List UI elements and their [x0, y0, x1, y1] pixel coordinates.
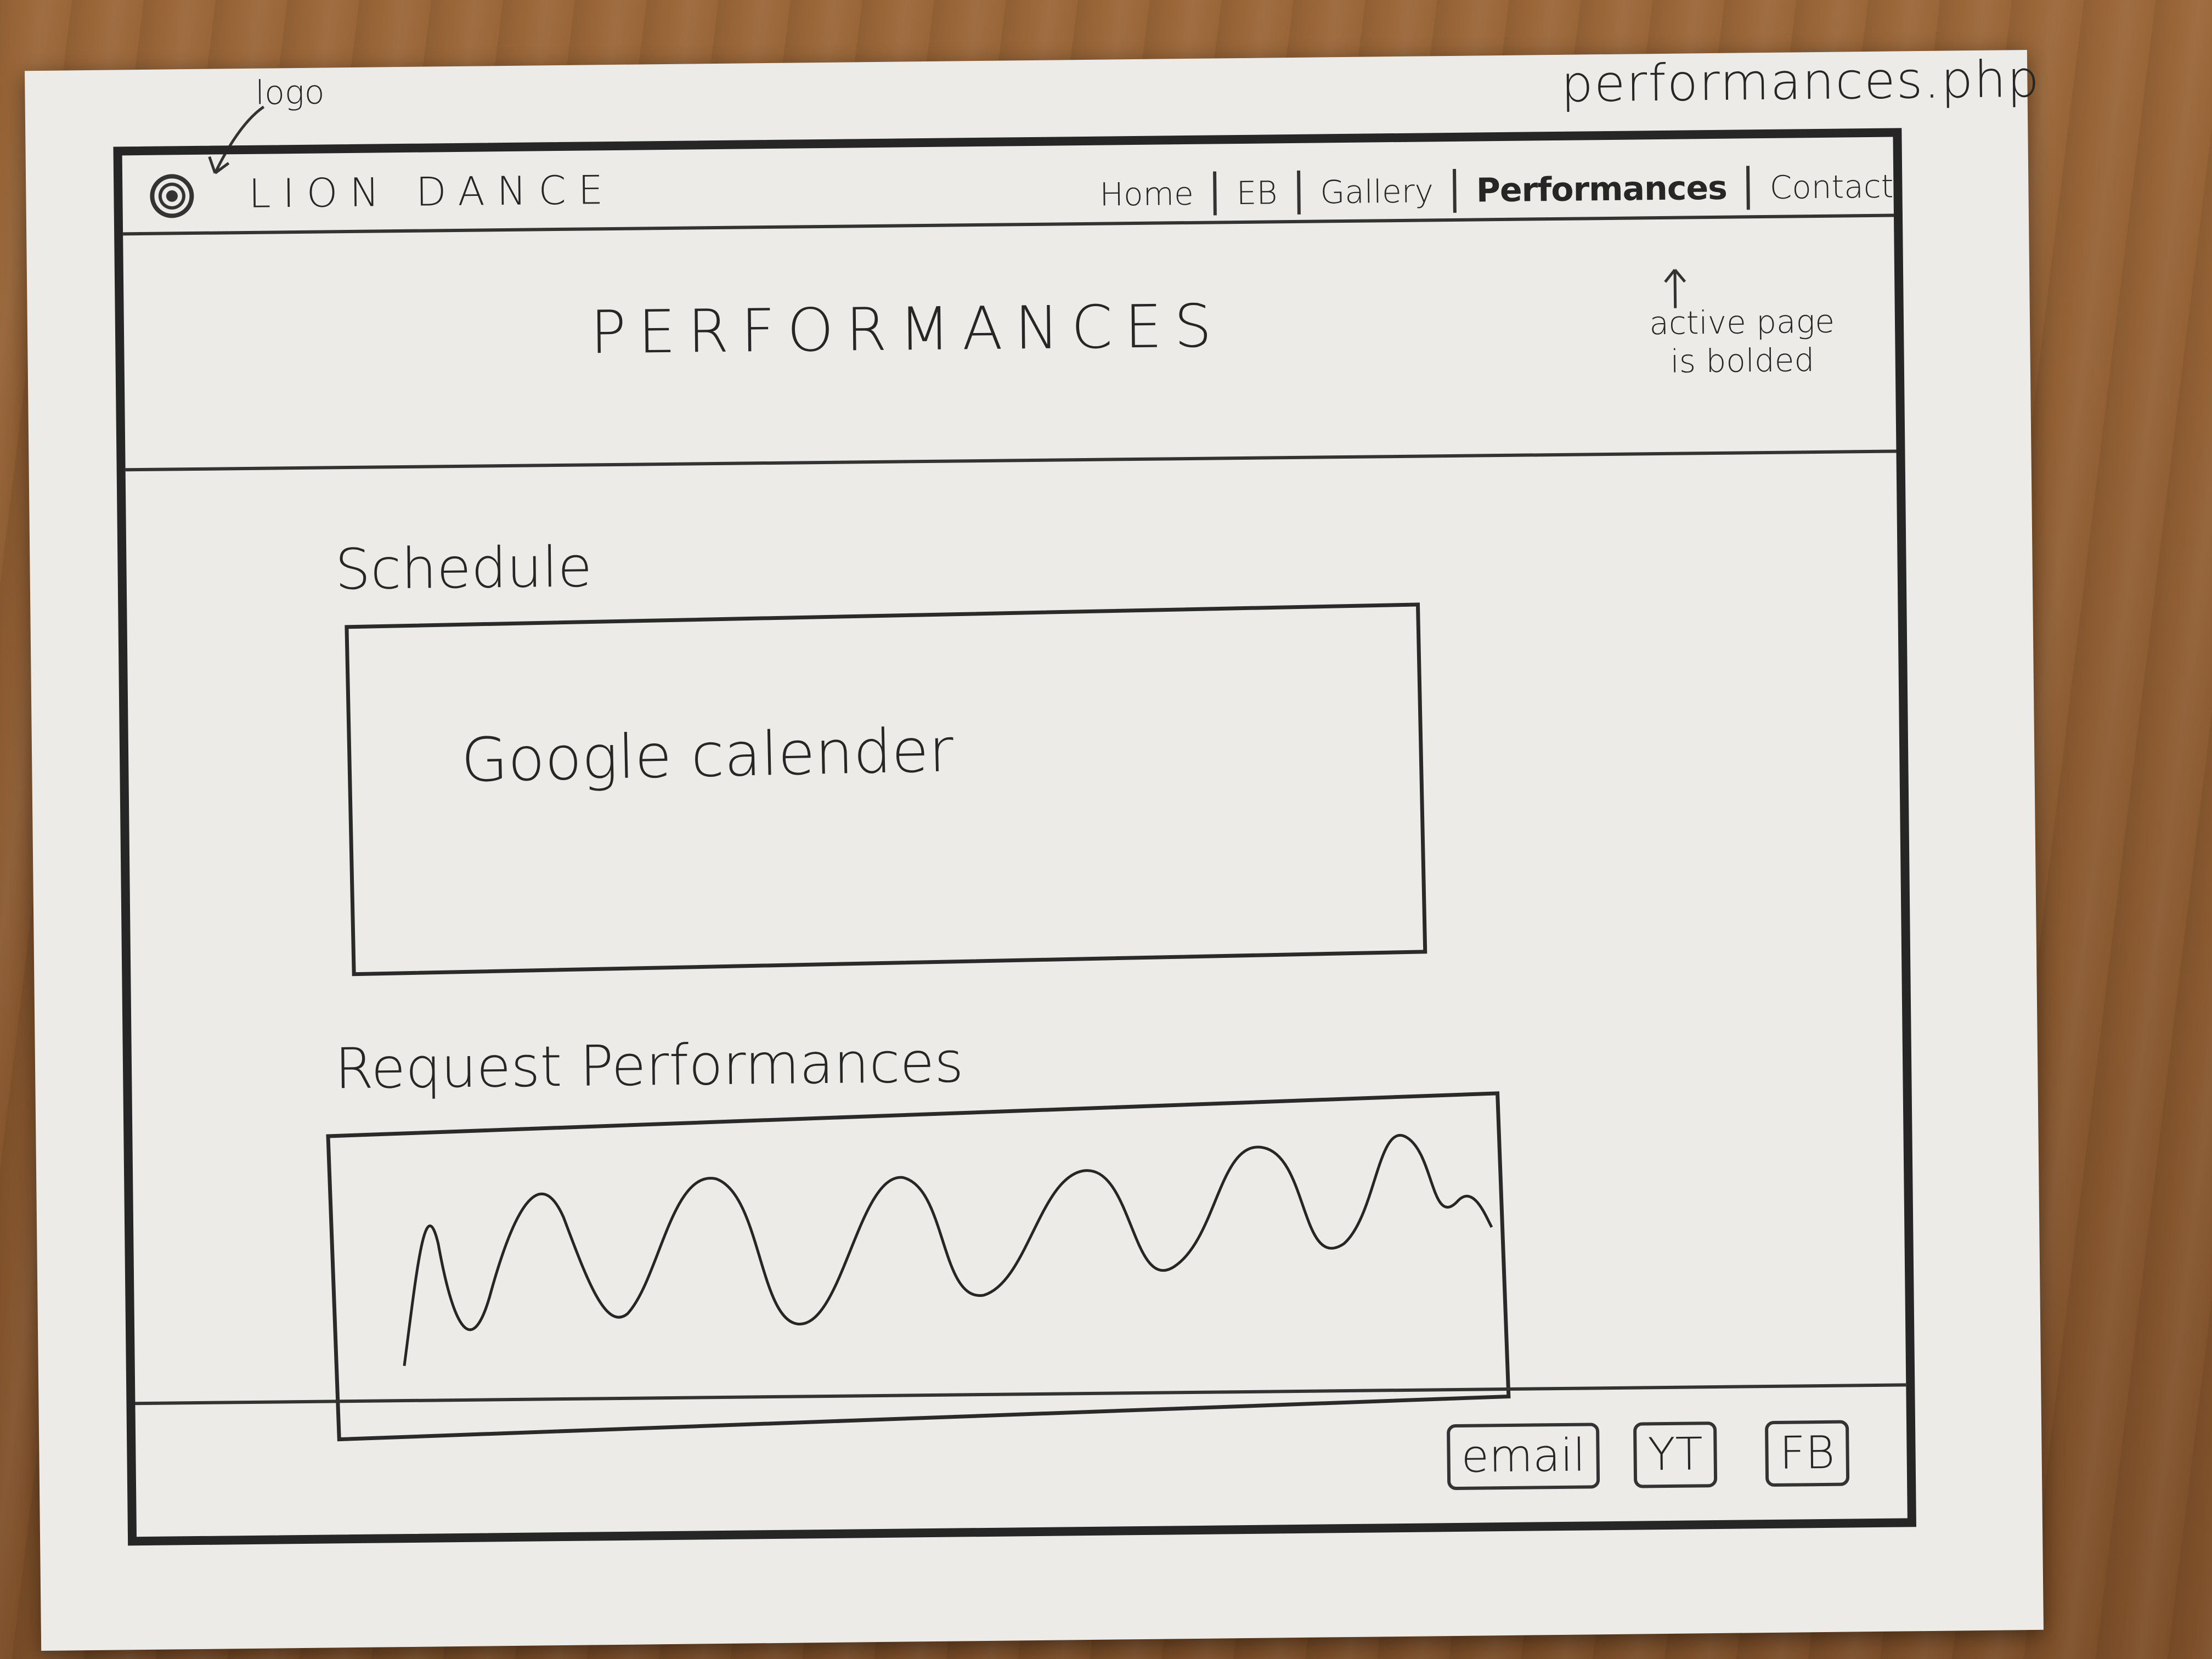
nav-separator [1213, 171, 1217, 216]
site-footer: email YT FB [135, 1383, 1908, 1537]
site-title[interactable]: LION DANCE [249, 167, 616, 217]
nav-item-eb[interactable]: EB [1236, 174, 1277, 212]
facebook-button[interactable]: FB [1764, 1420, 1850, 1487]
hero-banner: PERFORMANCES [123, 213, 1897, 472]
nav-separator [1296, 170, 1301, 215]
nav-separator [1746, 166, 1751, 210]
sketch-paper: performances.php logo LION DANCE Home EB… [25, 50, 2044, 1651]
calendar-placeholder: Google calender [460, 715, 955, 796]
youtube-button[interactable]: YT [1633, 1421, 1718, 1488]
main-nav: Home EB Gallery Performances Contact [1099, 165, 1894, 217]
nav-item-contact[interactable]: Contact [1769, 168, 1893, 206]
logo-icon[interactable] [150, 173, 194, 218]
page-title: PERFORMANCES [590, 292, 1224, 368]
email-button[interactable]: email [1446, 1423, 1600, 1491]
nav-item-gallery[interactable]: Gallery [1320, 172, 1434, 211]
filename-annotation: performances.php [1560, 49, 2041, 114]
schedule-heading: Schedule [334, 534, 592, 603]
browser-frame: LION DANCE Home EB Gallery Performances … [113, 128, 1917, 1546]
nav-item-performances[interactable]: Performances [1476, 169, 1728, 210]
schedule-calendar-embed[interactable]: Google calender [345, 602, 1427, 977]
nav-separator [1453, 168, 1457, 213]
request-heading: Request Performances [334, 1030, 964, 1102]
form-content-scribble [403, 1134, 1493, 1367]
nav-item-home[interactable]: Home [1099, 175, 1194, 213]
